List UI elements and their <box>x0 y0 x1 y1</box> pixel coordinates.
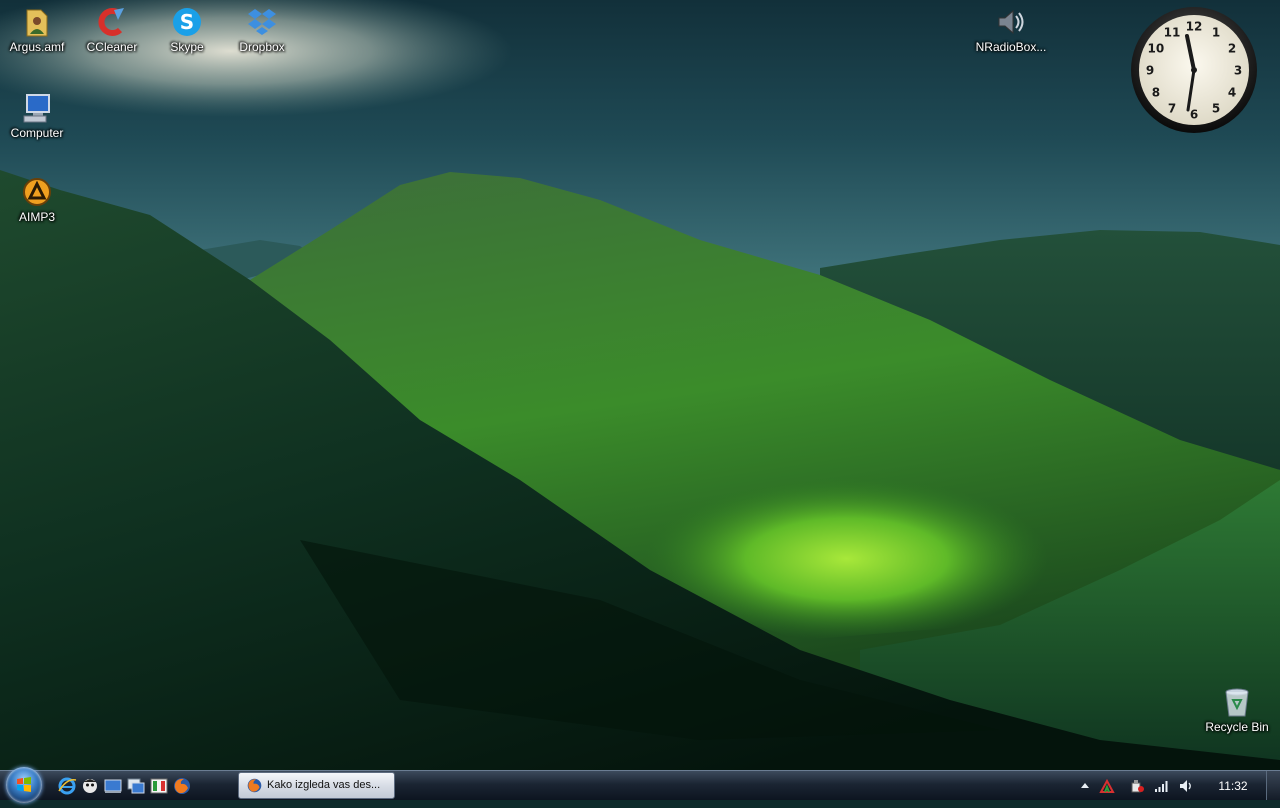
desktop-icon-label: Argus.amf <box>9 40 65 54</box>
show-desktop-button[interactable] <box>1266 771 1280 800</box>
clock-number: 2 <box>1228 42 1236 56</box>
show-hidden-icons-icon[interactable] <box>1077 778 1093 794</box>
tray-app-icon[interactable] <box>1099 778 1115 794</box>
safely-remove-icon[interactable] <box>1129 778 1145 794</box>
switch-windows-icon[interactable] <box>126 776 146 796</box>
desktop-wallpaper <box>0 0 1280 770</box>
clock-number: 5 <box>1212 102 1220 116</box>
speaker-icon <box>998 9 1024 35</box>
clock-number: 7 <box>1168 102 1176 116</box>
skype-icon: S <box>173 8 201 36</box>
firefox-icon <box>247 778 262 793</box>
computer-icon <box>23 94 50 123</box>
ccleaner-icon <box>98 8 124 36</box>
clock-number: 10 <box>1148 42 1165 56</box>
desktop-icon-nradiobox[interactable]: NRadioBox... <box>974 6 1048 54</box>
clock-number: 8 <box>1152 86 1160 100</box>
clock-number: 1 <box>1212 25 1220 39</box>
desktop-icon-label: Skype <box>170 40 204 54</box>
desktop-icon-label: Recycle Bin <box>1205 720 1269 734</box>
folder-user-icon <box>26 9 48 37</box>
desktop-icon-label: AIMP3 <box>18 210 55 224</box>
desktop-icon-label: Computer <box>10 126 64 140</box>
show-desktop-icon[interactable] <box>103 776 123 796</box>
clock-number: 12 <box>1186 20 1203 34</box>
desktop-icon-skype[interactable]: S Skype <box>150 6 224 54</box>
dropbox-icon <box>248 9 276 35</box>
clock-number: 9 <box>1146 64 1154 78</box>
desktop-icon-ccleaner[interactable]: CCleaner <box>75 6 149 54</box>
desktop-icon-aimp3[interactable]: AIMP3 <box>0 176 74 224</box>
clock-gadget[interactable]: 12 12 3 45678 9 10 11 <box>1130 6 1258 134</box>
internet-explorer-icon[interactable] <box>57 776 77 796</box>
volume-icon[interactable] <box>1178 778 1194 794</box>
recycle-bin-icon <box>1225 688 1249 717</box>
desktop-icon-dropbox[interactable]: Dropbox <box>225 6 299 54</box>
taskbar: Kako izgleda vas des... 11:32 <box>0 767 1280 803</box>
desktop-icon-recycle-bin[interactable]: Recycle Bin <box>1200 686 1274 734</box>
desktop-icon-computer[interactable]: Computer <box>0 92 74 140</box>
media-icon[interactable] <box>149 776 169 796</box>
start-button[interactable] <box>6 767 42 803</box>
desktop-icon-argus[interactable]: Argus.amf <box>0 6 74 54</box>
clock-number: 11 <box>1164 25 1181 39</box>
network-signal-icon[interactable] <box>1154 778 1170 794</box>
desktop-icon-label: CCleaner <box>86 40 138 54</box>
clock-number: 6 <box>1190 108 1198 122</box>
taskbar-window-button[interactable]: Kako izgleda vas des... <box>238 772 395 799</box>
messenger-icon[interactable] <box>80 776 100 796</box>
taskbar-window-label: Kako izgleda vas des... <box>267 779 381 791</box>
clock-number: 3 <box>1234 64 1242 78</box>
firefox-icon[interactable] <box>172 776 192 796</box>
svg-text:S: S <box>180 10 194 34</box>
desktop-icon-label: NRadioBox... <box>975 40 1047 54</box>
windows-logo-icon <box>17 777 31 792</box>
clock-number: 4 <box>1228 86 1236 100</box>
aimp-icon <box>23 178 51 206</box>
desktop-icon-label: Dropbox <box>239 40 285 54</box>
taskbar-clock[interactable]: 11:32 <box>1212 779 1254 793</box>
